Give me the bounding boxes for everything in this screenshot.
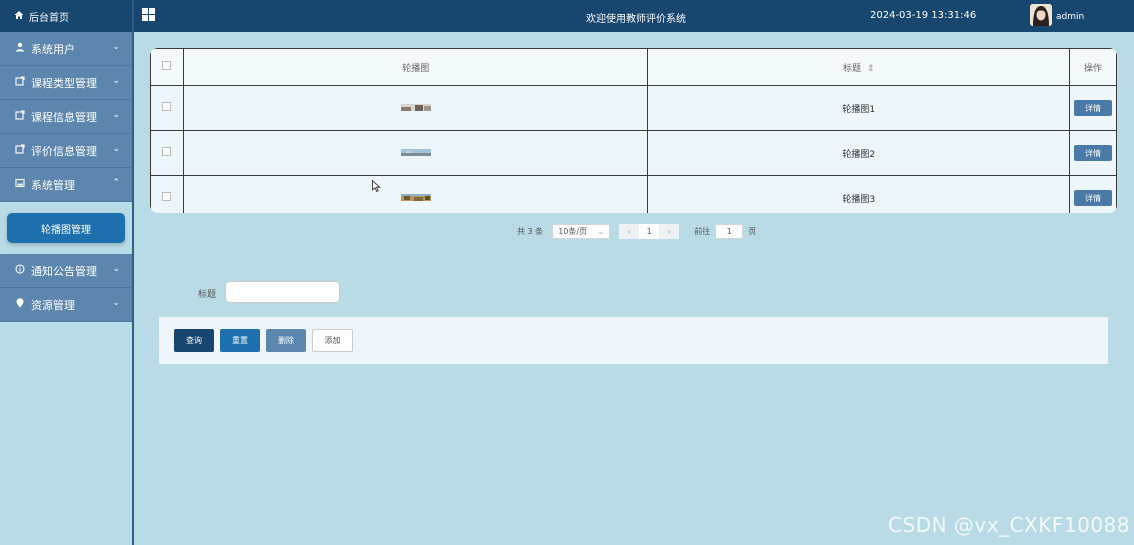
sidebar-item-course-type[interactable]: 课程类型管理 ⌄ — [0, 66, 132, 100]
system-title: 欢迎使用教师评价系统 — [586, 14, 686, 25]
chevron-down-icon: ⌄ — [112, 110, 120, 120]
page-number-current[interactable]: 1 — [639, 223, 660, 239]
search-title-label: 标题 — [198, 290, 217, 300]
search-title-input[interactable] — [225, 281, 340, 303]
chevron-down-icon: ⌄ — [112, 76, 120, 86]
chevron-down-icon: ⌄ — [112, 144, 120, 154]
sidebar-home-label: 后台首页 — [29, 12, 69, 24]
reset-button[interactable]: 重置 — [220, 329, 260, 352]
home-icon — [14, 10, 24, 23]
action-bar: 查询 重置 删除 添加 — [159, 317, 1108, 364]
carousel-thumbnail[interactable] — [400, 103, 431, 113]
topbar: 欢迎使用教师评价系统 2024-03-19 13:31:46 admin — [134, 0, 1134, 32]
sidebar-item-label: 课程类型管理 — [31, 76, 97, 90]
table-header-row: 轮播图 标题 ⇕ 操作 — [150, 48, 1117, 86]
goto-prefix: 前往 — [694, 226, 711, 236]
sidebar-item-notice-management[interactable]: 通知公告管理 ⌄ — [0, 254, 132, 288]
avatar[interactable] — [1030, 4, 1052, 26]
pagination: 共 3 条 10条/页 ⌄ ‹ 1 › 前往 1 页 — [517, 223, 756, 239]
sidebar-item-carousel-management[interactable]: 轮播图管理 — [7, 213, 125, 243]
chevron-down-icon: ⌄ — [597, 226, 605, 236]
carousel-thumbnail[interactable] — [400, 148, 431, 158]
goto-suffix: 页 — [748, 226, 757, 236]
page-size-value: 10条/页 — [558, 226, 588, 236]
submenu: 轮播图管理 — [0, 202, 132, 254]
row-checkbox[interactable] — [162, 147, 172, 156]
column-header-title[interactable]: 标题 ⇕ — [647, 48, 1070, 86]
page-size-select[interactable]: 10条/页 ⌄ — [552, 223, 611, 239]
prev-page-button[interactable]: ‹ — [619, 223, 640, 239]
watermark: CSDN @vx_CXKF10088 — [888, 513, 1130, 537]
sidebar-item-label: 系统管理 — [31, 178, 75, 192]
column-header-title-label: 标题 — [843, 63, 862, 74]
next-page-button[interactable]: › — [659, 223, 680, 239]
sidebar: 后台首页 系统用户 ⌄ 课程类型管理 ⌄ 课程信息管理 ⌄ 评价信息管理 ⌄ 系… — [0, 0, 134, 545]
sidebar-item-system-management[interactable]: 系统管理 ⌃ — [0, 168, 132, 202]
carousel-thumbnail[interactable] — [400, 193, 431, 203]
user-icon — [14, 42, 26, 55]
sidebar-item-label: 课程信息管理 — [31, 110, 97, 124]
row-title: 轮播图2 — [647, 130, 1070, 176]
sidebar-item-label: 评价信息管理 — [31, 144, 97, 158]
sort-icon[interactable]: ⇕ — [867, 64, 875, 74]
delete-button[interactable]: 删除 — [266, 329, 306, 352]
column-header-actions: 操作 — [1068, 48, 1117, 86]
info-icon — [14, 264, 26, 277]
chevron-down-icon: ⌄ — [112, 298, 120, 308]
add-button[interactable]: 添加 — [312, 329, 353, 352]
sidebar-home[interactable]: 后台首页 — [0, 0, 132, 32]
mouse-cursor-icon — [372, 179, 381, 195]
location-icon — [14, 298, 26, 311]
chevron-down-icon: ⌄ — [112, 264, 120, 274]
table-row: 轮播图1 详情 — [150, 85, 1117, 131]
sidebar-item-course-info[interactable]: 课程信息管理 ⌄ — [0, 100, 132, 134]
row-title: 轮播图1 — [647, 85, 1070, 131]
carousel-table: 轮播图 标题 ⇕ 操作 轮播图1 详情 轮播图2 详情 轮播图3 详情 — [150, 48, 1117, 213]
sidebar-item-label: 资源管理 — [31, 298, 75, 312]
sidebar-item-resource-management[interactable]: 资源管理 ⌄ — [0, 288, 132, 322]
picture-icon — [14, 178, 26, 191]
sidebar-item-label: 通知公告管理 — [31, 264, 97, 278]
chevron-down-icon: ⌄ — [112, 42, 120, 52]
external-icon — [14, 76, 26, 89]
detail-button[interactable]: 详情 — [1073, 190, 1112, 206]
row-title: 轮播图3 — [647, 175, 1070, 213]
external-icon — [14, 144, 26, 157]
row-checkbox[interactable] — [162, 192, 172, 201]
sidebar-item-system-users[interactable]: 系统用户 ⌄ — [0, 32, 132, 66]
username[interactable]: admin — [1056, 12, 1084, 22]
grid-menu-icon[interactable] — [142, 8, 155, 21]
table-row: 轮播图2 详情 — [150, 130, 1117, 176]
external-icon — [14, 110, 26, 123]
chevron-up-icon: ⌃ — [112, 178, 120, 188]
row-checkbox[interactable] — [162, 102, 172, 111]
select-all-checkbox[interactable] — [162, 61, 172, 70]
sidebar-item-label: 系统用户 — [31, 42, 75, 56]
table-row: 轮播图3 详情 — [150, 175, 1117, 213]
query-button[interactable]: 查询 — [174, 329, 214, 352]
detail-button[interactable]: 详情 — [1073, 100, 1112, 116]
sidebar-item-evaluation-info[interactable]: 评价信息管理 ⌄ — [0, 134, 132, 168]
detail-button[interactable]: 详情 — [1073, 145, 1112, 161]
pagination-total: 共 3 条 — [517, 226, 544, 236]
goto-page-input[interactable]: 1 — [715, 223, 744, 239]
datetime: 2024-03-19 13:31:46 — [870, 10, 977, 21]
select-all-cell[interactable] — [150, 48, 184, 86]
column-header-image: 轮播图 — [182, 48, 649, 86]
pager: ‹ 1 › — [619, 223, 680, 239]
